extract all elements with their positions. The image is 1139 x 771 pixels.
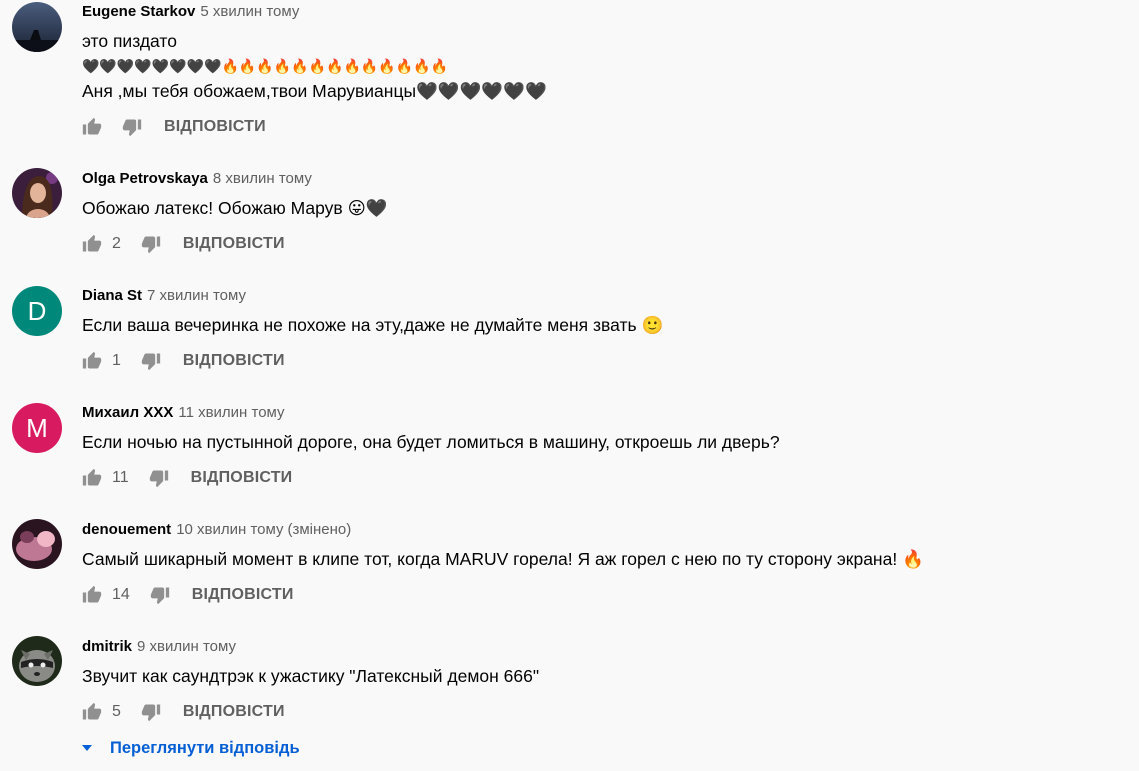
comment-header: dmitrik 9 хвилин тому (82, 638, 236, 656)
author-name[interactable]: Diana St (82, 287, 142, 304)
comment-text: Если ночью на пустынной дороге, она буде… (82, 430, 780, 455)
author-name[interactable]: Михаил ХХХ (82, 404, 173, 421)
caret-down-icon (82, 745, 92, 751)
view-replies-label: Переглянути відповідь (110, 738, 300, 757)
comment-text: Самый шикарный момент в клипе тот, когда… (82, 547, 924, 572)
comment-line: это пиздато (82, 31, 177, 51)
comment-time[interactable]: 7 хвилин тому (147, 287, 246, 304)
avatar-image (12, 2, 62, 52)
avatar[interactable] (12, 168, 62, 218)
reply-button[interactable]: ВІДПОВІСТИ (183, 703, 285, 721)
comment-line: 🖤🖤🖤🖤🖤🖤🖤🖤🔥🔥🔥🔥🔥🔥🔥🔥🔥🔥🔥🔥🔥 (82, 58, 449, 74)
avatar[interactable]: M (12, 403, 62, 453)
comment-line: Обожаю латекс! Обожаю Марув 😛🖤 (82, 198, 388, 218)
avatar[interactable]: D (12, 286, 62, 336)
like-icon[interactable] (82, 351, 102, 371)
comment-header: Eugene Starkov 5 хвилин тому (82, 3, 299, 21)
comment-line: Звучит как саундтрэк к ужастику "Латексн… (82, 666, 540, 686)
avatar-letter: M (26, 412, 48, 443)
comment-actions: 5 ВІДПОВІСТИ (82, 700, 285, 724)
edited-label: (змінено) (287, 521, 352, 538)
dislike-icon[interactable] (149, 468, 169, 488)
comment-text: Если ваша вечеринка не похоже на эту,даж… (82, 313, 663, 338)
like-count: 1 (112, 352, 121, 369)
author-name[interactable]: Olga Petrovskaya (82, 170, 208, 187)
avatar-image (12, 636, 62, 686)
reply-button[interactable]: ВІДПОВІСТИ (183, 235, 285, 253)
comment-time[interactable]: 9 хвилин тому (137, 638, 236, 655)
comment-actions: 11 ВІДПОВІСТИ (82, 466, 292, 490)
comment-actions: 1 ВІДПОВІСТИ (82, 349, 285, 373)
comment-line: Самый шикарный момент в клипе тот, когда… (82, 549, 924, 569)
comment-header: Михаил ХХХ 11 хвилин тому (82, 404, 285, 422)
like-icon[interactable] (82, 117, 102, 137)
comment-time[interactable]: 5 хвилин тому (200, 3, 299, 20)
dislike-icon[interactable] (141, 351, 161, 371)
like-icon[interactable] (82, 234, 102, 254)
dislike-icon[interactable] (122, 117, 142, 137)
comment-text: Обожаю латекс! Обожаю Марув 😛🖤 (82, 196, 388, 221)
like-icon[interactable] (82, 468, 102, 488)
dislike-icon[interactable] (141, 234, 161, 254)
reply-button[interactable]: ВІДПОВІСТИ (164, 118, 266, 136)
like-count: 11 (112, 469, 129, 486)
comment-text: это пиздато 🖤🖤🖤🖤🖤🖤🖤🖤🔥🔥🔥🔥🔥🔥🔥🔥🔥🔥🔥🔥🔥 Аня ,м… (82, 29, 547, 104)
comment-actions: ВІДПОВІСТИ (82, 115, 266, 139)
avatar-image (12, 519, 62, 569)
reply-button[interactable]: ВІДПОВІСТИ (183, 352, 285, 370)
comment-header: denouement 10 хвилин тому (змінено) (82, 521, 351, 539)
comment-text: Звучит как саундтрэк к ужастику "Латексн… (82, 664, 539, 689)
dislike-icon[interactable] (150, 585, 170, 605)
avatar-letter: D (27, 295, 47, 326)
author-name[interactable]: Eugene Starkov (82, 3, 195, 20)
avatar-image (12, 168, 62, 218)
dislike-icon[interactable] (141, 702, 161, 722)
comment-actions: 2 ВІДПОВІСТИ (82, 232, 285, 256)
author-name[interactable]: denouement (82, 521, 171, 538)
comment-time[interactable]: 10 хвилин тому (176, 521, 283, 538)
comment-line: Если ваша вечеринка не похоже на эту,даж… (82, 315, 664, 335)
comment-actions: 14 ВІДПОВІСТИ (82, 583, 294, 607)
like-icon[interactable] (82, 702, 102, 722)
avatar[interactable] (12, 519, 62, 569)
comment-line: Аня ,мы тебя обожаем,твои Марувианцы🖤🖤🖤🖤… (82, 81, 547, 101)
view-replies-button[interactable]: Переглянути відповідь (82, 738, 300, 758)
comment-time[interactable]: 8 хвилин тому (213, 170, 312, 187)
comment-header: Olga Petrovskaya 8 хвилин тому (82, 170, 312, 188)
like-count: 2 (112, 235, 121, 252)
like-icon[interactable] (82, 585, 102, 605)
comment-header: Diana St 7 хвилин тому (82, 287, 246, 305)
like-count: 5 (112, 703, 121, 720)
like-count: 14 (112, 586, 130, 603)
reply-button[interactable]: ВІДПОВІСТИ (191, 469, 293, 487)
author-name[interactable]: dmitrik (82, 638, 132, 655)
avatar[interactable] (12, 2, 62, 52)
comment-time[interactable]: 11 хвилин тому (178, 404, 284, 421)
comment-line: Если ночью на пустынной дороге, она буде… (82, 432, 780, 452)
reply-button[interactable]: ВІДПОВІСТИ (192, 586, 294, 604)
avatar[interactable] (12, 636, 62, 686)
